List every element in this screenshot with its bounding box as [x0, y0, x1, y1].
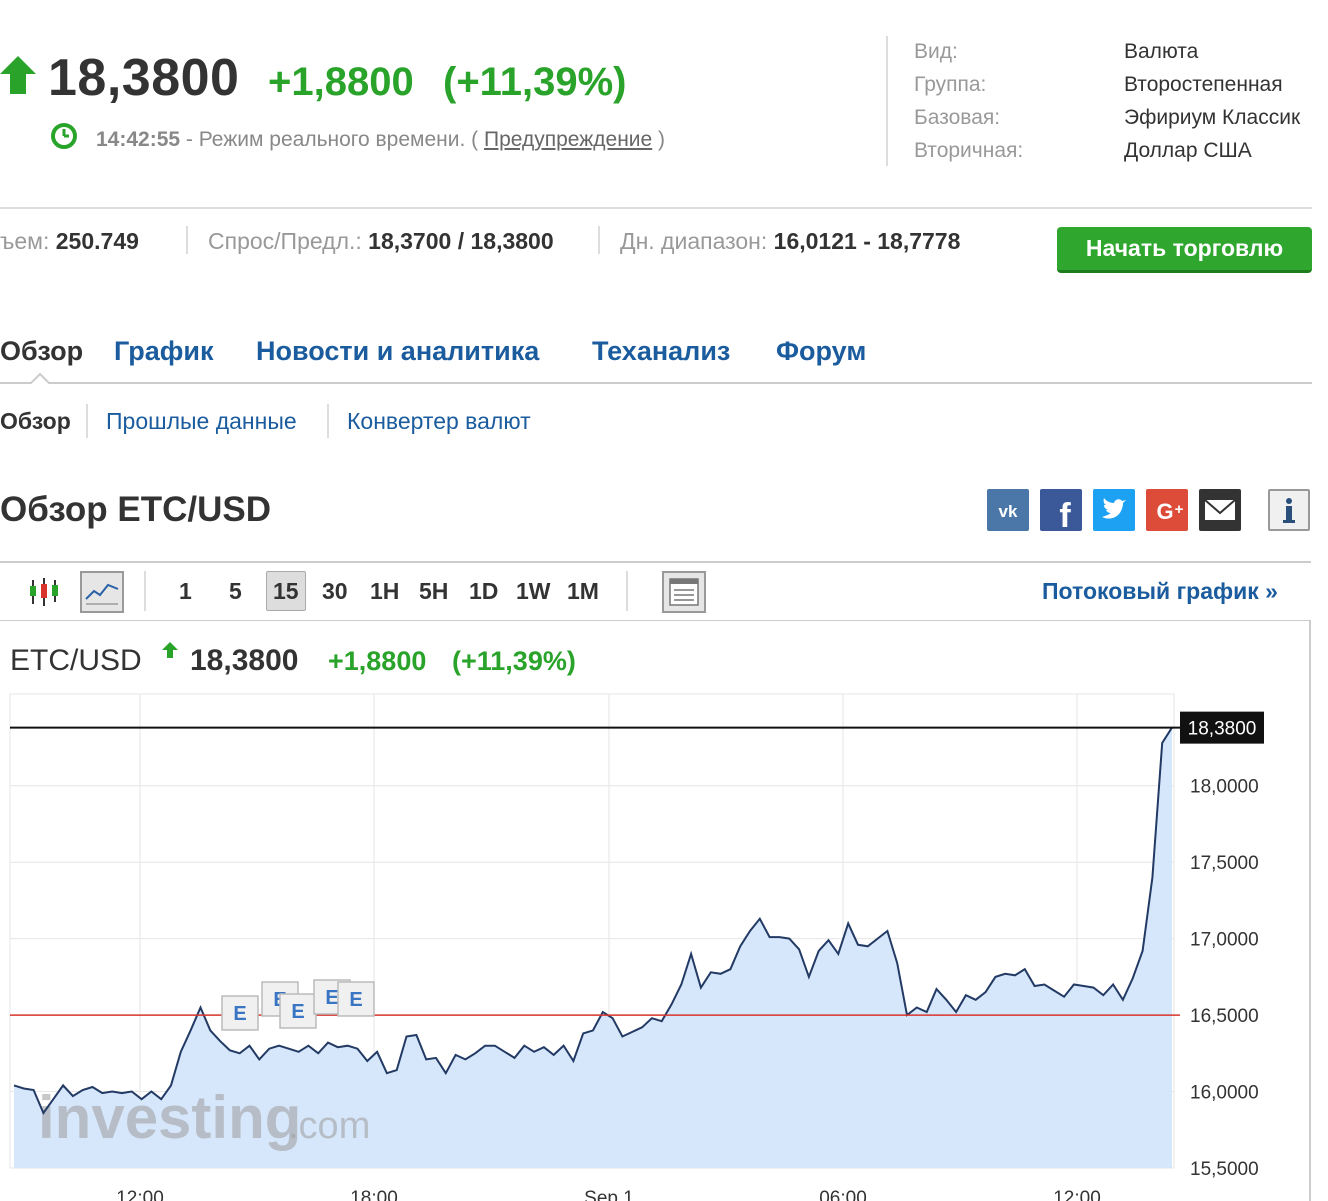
period-5[interactable]: 5 — [229, 578, 242, 605]
stat-bid-ask: Спрос/Предл.: 18,3700 / 18,3800 — [208, 228, 554, 255]
watermark-com: .com — [288, 1105, 370, 1147]
price-change-percent: (+11,39%) — [443, 60, 627, 104]
last-price: 18,3800 — [48, 49, 240, 107]
period-1h[interactable]: 1H — [370, 578, 399, 605]
google-plus-icon[interactable]: G + — [1146, 489, 1188, 531]
tab-news[interactable]: Новости и аналитика — [256, 336, 539, 367]
subtab-currency-converter[interactable]: Конвертер валют — [347, 408, 531, 435]
x-tick-label: 06:00 — [819, 1188, 867, 1201]
chart-change-percent: (+11,39%) — [452, 646, 576, 676]
stat-day-range-label: Дн. диапазон: — [620, 228, 774, 254]
facebook-icon[interactable]: f — [1040, 489, 1082, 531]
stat-separator — [186, 226, 188, 254]
stat-volume: ъем: 250.749 — [0, 228, 139, 255]
vk-icon[interactable]: vk — [987, 489, 1029, 531]
chart-change: +1,8800 — [328, 646, 427, 676]
header-divider — [886, 36, 888, 166]
period-1[interactable]: 1 — [179, 578, 192, 605]
event-marker-label: E — [233, 1003, 246, 1025]
x-tick-label: 12:00 — [1053, 1188, 1101, 1201]
info-value-secondary: Доллар США — [1124, 139, 1252, 162]
info-label-secondary: Вторичная: — [914, 139, 1024, 162]
x-tick-label: Sep 1 — [584, 1188, 634, 1201]
period-1d[interactable]: 1D — [469, 578, 498, 605]
calendar-icon[interactable] — [662, 571, 706, 613]
y-tick-label: 17,5000 — [1190, 853, 1259, 874]
y-tick-label: 18,0000 — [1190, 777, 1259, 798]
active-tab-caret-icon — [30, 372, 50, 384]
tab-forum[interactable]: Форум — [776, 336, 866, 367]
event-marker-label: E — [291, 1001, 304, 1023]
current-price-tag-label: 18,3800 — [1188, 719, 1257, 740]
realtime-mode-text: - Режим реального времени. ( — [180, 128, 484, 151]
period-1w[interactable]: 1W — [516, 578, 551, 605]
toolbar-separator — [144, 571, 146, 611]
stat-day-range: Дн. диапазон: 16,0121 - 18,7778 — [620, 228, 960, 255]
stat-separator — [598, 226, 600, 254]
stat-day-range-value: 16,0121 - 18,7778 — [773, 228, 961, 254]
divider — [0, 207, 1312, 209]
info-icon[interactable] — [1268, 489, 1310, 531]
subtab-historical-data[interactable]: Прошлые данные — [106, 408, 297, 435]
toolbar-separator — [626, 571, 628, 611]
twitter-icon[interactable] — [1093, 489, 1135, 531]
tab-chart[interactable]: График — [114, 336, 214, 367]
clock-icon — [51, 123, 77, 149]
stat-volume-value: 250.749 — [55, 228, 139, 254]
info-value-group: Второстепенная — [1124, 73, 1283, 96]
up-arrow-icon — [162, 642, 178, 658]
svg-text:f: f — [1059, 497, 1071, 531]
price-chart[interactable]: 15,5000 16,0000 16,5000 17,0000 17,5000 18,00… — [0, 690, 1310, 1201]
y-tick-label: 17,0000 — [1190, 930, 1259, 951]
period-5h[interactable]: 5H — [419, 578, 448, 605]
info-label-base: Базовая: — [914, 106, 1001, 129]
quote-time: 14:42:55 — [96, 128, 181, 151]
event-marker-label: E — [325, 987, 338, 1009]
y-tick-label: 16,0000 — [1190, 1083, 1259, 1104]
tab-overview[interactable]: Обзор — [0, 336, 83, 367]
chart-price: 18,3800 — [190, 644, 299, 677]
x-tick-label: 12:00 — [116, 1188, 164, 1201]
y-tick-label: 15,5000 — [1190, 1159, 1259, 1180]
svg-text:vk: vk — [999, 502, 1018, 521]
event-marker-label: E — [349, 989, 362, 1011]
email-icon[interactable] — [1199, 489, 1241, 531]
warning-link[interactable]: Предупреждение — [484, 128, 652, 151]
period-30[interactable]: 30 — [322, 578, 348, 605]
x-tick-label: 18:00 — [350, 1188, 398, 1201]
close-paren: ) — [652, 128, 666, 151]
subtab-overview[interactable]: Обзор — [0, 408, 71, 435]
up-arrow-icon — [0, 56, 36, 94]
subtab-separator — [327, 404, 329, 438]
tab-technical[interactable]: Теханализ — [592, 336, 730, 367]
subtab-separator — [86, 404, 88, 438]
quote-time-line: 14:42:55 - Режим реального времени. ( Пр… — [96, 128, 665, 152]
stat-bid-ask-value: 18,3700 / 18,3800 — [368, 228, 554, 254]
info-value-base: Эфириум Классик — [1124, 106, 1301, 129]
candlestick-icon[interactable] — [28, 576, 60, 608]
info-label-type: Вид: — [914, 40, 958, 63]
info-value-type: Валюта — [1124, 40, 1199, 63]
section-title: Обзор ETC/USD — [0, 490, 272, 529]
price-change: +1,8800 — [268, 60, 414, 104]
chart-symbol: ETC/USD — [10, 644, 142, 677]
streaming-chart-link[interactable]: Потоковый график » — [1042, 578, 1278, 605]
info-label-group: Группа: — [914, 73, 987, 96]
tabs-divider — [0, 382, 1312, 384]
y-tick-label: 16,5000 — [1190, 1006, 1259, 1027]
svg-text:+: + — [1175, 501, 1184, 518]
start-trading-button[interactable]: Начать торговлю — [1057, 227, 1312, 273]
period-15[interactable]: 15 — [273, 578, 299, 605]
svg-text:G: G — [1156, 499, 1173, 524]
stat-bid-ask-label: Спрос/Предл.: — [208, 228, 369, 254]
stat-volume-label: ъем: — [0, 228, 56, 254]
line-chart-icon[interactable] — [80, 571, 124, 613]
period-1m[interactable]: 1M — [567, 578, 599, 605]
